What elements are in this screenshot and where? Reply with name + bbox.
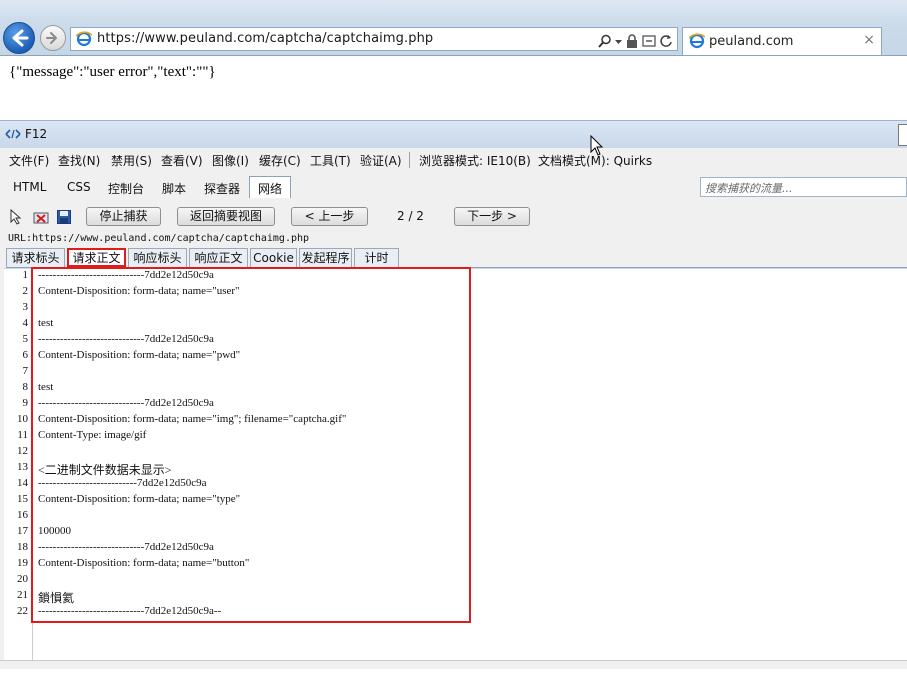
line-number: 17 bbox=[17, 525, 28, 537]
ie-page-icon bbox=[76, 31, 92, 47]
line-number: 8 bbox=[22, 381, 29, 393]
devtools-title: F12 bbox=[25, 127, 48, 141]
line-number: 6 bbox=[22, 349, 29, 361]
menu-view[interactable]: 查看(V) bbox=[161, 152, 203, 169]
back-button[interactable] bbox=[3, 22, 35, 54]
line-number: 21 bbox=[17, 589, 28, 601]
tab-profiler[interactable]: 探查器 bbox=[204, 180, 240, 197]
back-to-summary-button[interactable]: 返回摘要视图 bbox=[177, 207, 275, 226]
subtab-initiator[interactable]: 发起程序 bbox=[299, 248, 352, 267]
devtools-menubar: 文件(F) 查找(N) 禁用(S) 查看(V) 图像(I) 缓存(C) 工具(T… bbox=[0, 148, 907, 172]
browser-chrome: https://www.peuland.com/captcha/captchai… bbox=[0, 0, 907, 56]
back-arrow-icon bbox=[12, 29, 29, 47]
line-number: 1 bbox=[22, 269, 29, 281]
search-icon[interactable] bbox=[598, 33, 612, 48]
line-number: 10 bbox=[17, 413, 28, 425]
devtools-logo-icon bbox=[5, 129, 21, 142]
page-body-text: {"message":"user error","text":""} bbox=[9, 64, 216, 80]
tab-close-icon[interactable]: × bbox=[863, 32, 875, 48]
line-number: 19 bbox=[17, 557, 28, 569]
subtab-request-body[interactable]: 请求正文 bbox=[67, 248, 126, 267]
line-number: 9 bbox=[22, 397, 29, 409]
request-counter: 2 / 2 bbox=[397, 209, 424, 223]
forward-button[interactable] bbox=[40, 25, 66, 51]
devtools-titlebar: F12 bbox=[0, 120, 907, 148]
line-number: 22 bbox=[17, 605, 28, 617]
subtab-timing[interactable]: 计时 bbox=[354, 248, 399, 267]
line-number: 15 bbox=[17, 493, 28, 505]
tab-script[interactable]: 脚本 bbox=[162, 180, 186, 197]
stop-capture-button[interactable]: 停止捕获 bbox=[86, 207, 161, 226]
menu-disable[interactable]: 禁用(S) bbox=[111, 152, 152, 169]
select-pointer-icon[interactable] bbox=[10, 208, 22, 229]
menu-cache[interactable]: 缓存(C) bbox=[259, 152, 301, 169]
menu-tools[interactable]: 工具(T) bbox=[310, 152, 351, 169]
menu-find[interactable]: 查找(N) bbox=[58, 152, 100, 169]
compatibility-icon[interactable] bbox=[642, 33, 656, 47]
address-url[interactable]: https://www.peuland.com/captcha/captchai… bbox=[97, 31, 433, 46]
line-number: 5 bbox=[22, 333, 29, 345]
capture-search-input[interactable]: 搜索捕获的流量... bbox=[700, 177, 907, 197]
subtab-response-headers[interactable]: 响应标头 bbox=[128, 248, 187, 267]
highlight-box bbox=[31, 267, 471, 623]
line-number: 4 bbox=[22, 317, 29, 329]
menu-separator bbox=[409, 152, 410, 168]
address-bar[interactable]: https://www.peuland.com/captcha/captchai… bbox=[70, 27, 678, 51]
dropdown-arrow-icon[interactable] bbox=[615, 33, 622, 47]
tab-html[interactable]: HTML bbox=[13, 180, 46, 194]
line-number: 12 bbox=[17, 445, 28, 457]
line-number: 7 bbox=[22, 365, 29, 377]
subtab-cookie[interactable]: Cookie bbox=[250, 248, 297, 267]
ie-tab-icon bbox=[689, 33, 705, 49]
line-number: 11 bbox=[17, 429, 28, 441]
subtab-request-headers[interactable]: 请求标头 bbox=[6, 248, 65, 267]
line-number: 3 bbox=[22, 301, 29, 313]
line-number-gutter: 1 2 3 4 5 6 7 8 9 10 11 12 13 14 15 16 1… bbox=[4, 269, 33, 661]
prev-step-button[interactable]: < 上一步 bbox=[291, 207, 368, 226]
mouse-cursor-icon bbox=[590, 134, 604, 161]
tab-title: peuland.com bbox=[709, 34, 794, 49]
forward-arrow-icon bbox=[46, 32, 57, 44]
menu-images[interactable]: 图像(I) bbox=[212, 152, 249, 169]
line-number: 14 bbox=[17, 477, 28, 489]
tab-console[interactable]: 控制台 bbox=[108, 180, 144, 197]
network-toolbar: 停止捕获 返回摘要视图 < 上一步 下一步 > bbox=[0, 202, 907, 232]
tab-css[interactable]: CSS bbox=[67, 180, 91, 194]
request-subtabs: 请求标头 请求正文 响应标头 响应正文 Cookie 发起程序 计时 bbox=[6, 247, 907, 268]
maximize-button[interactable] bbox=[898, 124, 907, 146]
line-number: 13 bbox=[17, 461, 28, 473]
capture-search-placeholder: 搜索捕获的流量... bbox=[705, 182, 793, 195]
browser-tab[interactable]: peuland.com × bbox=[682, 27, 882, 55]
address-tools bbox=[598, 32, 673, 48]
line-number: 20 bbox=[17, 573, 28, 585]
devtools-statusbar bbox=[0, 660, 907, 669]
menu-browser-mode[interactable]: 浏览器模式: IE10(B) bbox=[419, 152, 531, 169]
refresh-icon[interactable] bbox=[659, 33, 673, 47]
subtab-response-body[interactable]: 响应正文 bbox=[189, 248, 248, 267]
line-number: 18 bbox=[17, 541, 28, 553]
line-number: 16 bbox=[17, 509, 28, 521]
request-url: URL:https://www.peuland.com/captcha/capt… bbox=[8, 233, 310, 244]
menu-validate[interactable]: 验证(A) bbox=[360, 152, 402, 169]
clear-cache-icon[interactable] bbox=[33, 210, 49, 229]
tab-network[interactable]: 网络 bbox=[258, 180, 282, 197]
save-icon[interactable] bbox=[57, 209, 71, 228]
next-step-button[interactable]: 下一步 > bbox=[454, 207, 530, 226]
lock-icon[interactable] bbox=[625, 33, 639, 48]
line-number: 2 bbox=[22, 285, 29, 297]
menu-file[interactable]: 文件(F) bbox=[9, 152, 49, 169]
